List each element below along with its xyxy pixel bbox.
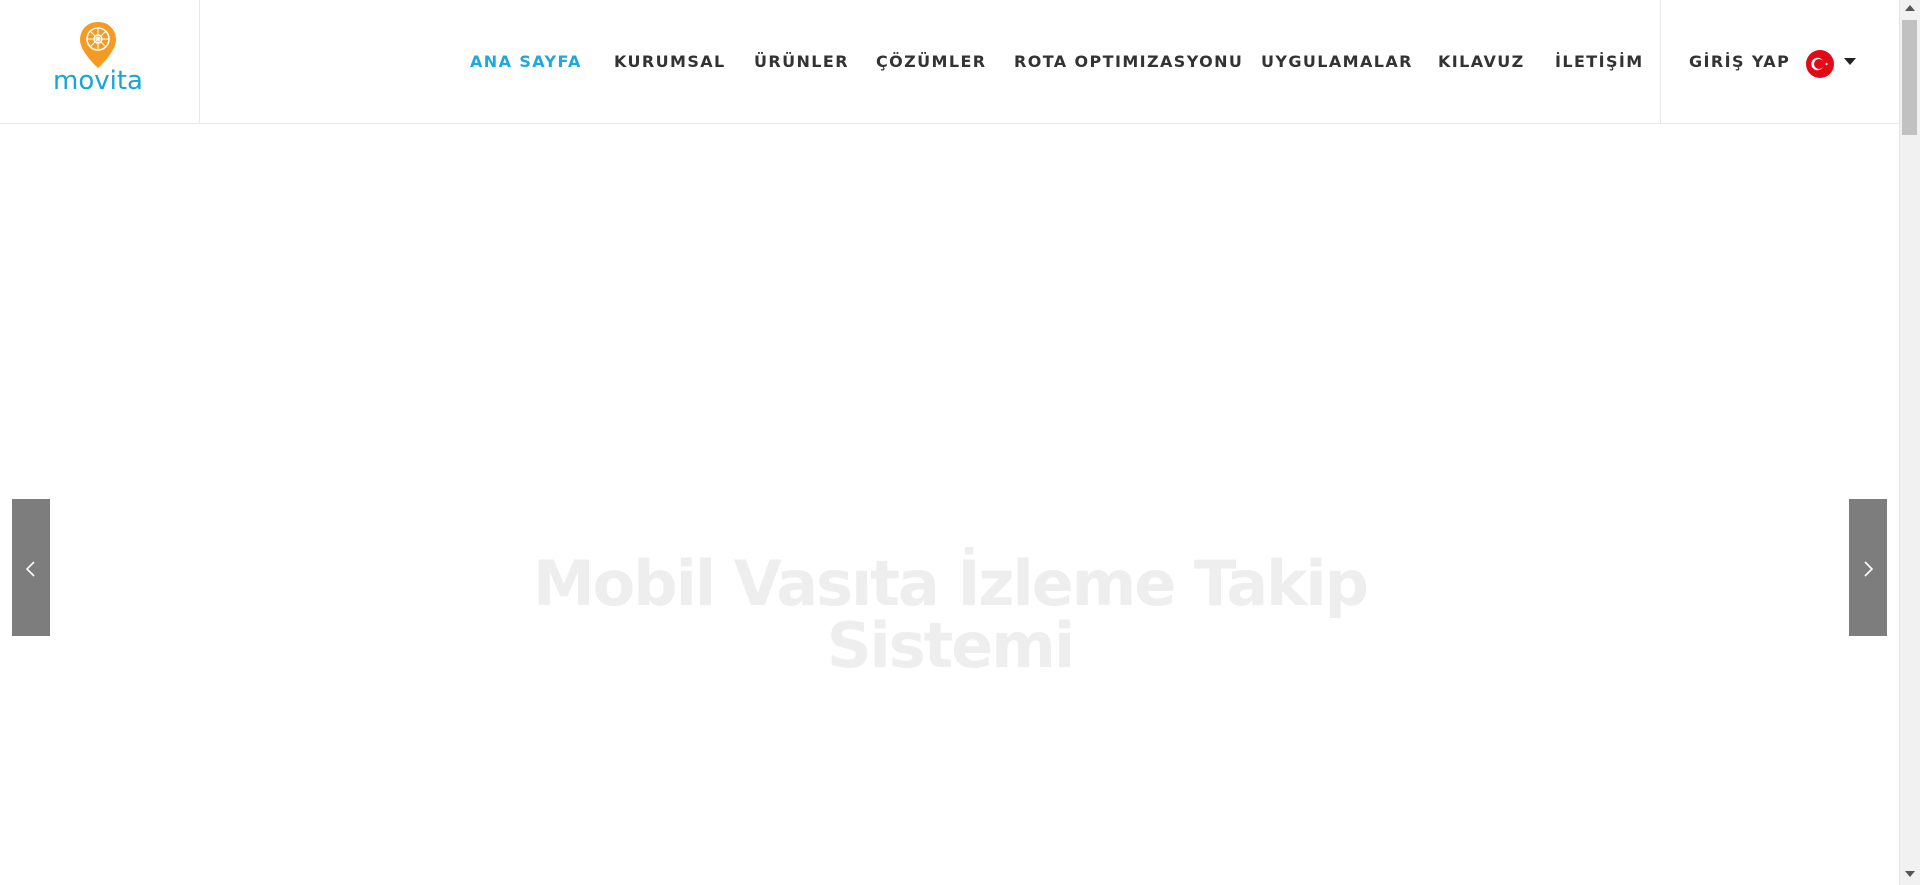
- nav-item-ana-sayfa[interactable]: ANA SAYFA: [470, 52, 582, 72]
- hero-title-line-2: Sistemi: [826, 609, 1075, 682]
- nav-item-kilavuz[interactable]: KILAVUZ: [1438, 52, 1525, 72]
- chevron-left-icon: [25, 561, 35, 577]
- login-divider: [1660, 0, 1661, 124]
- location-pin-icon: [80, 22, 116, 68]
- scroll-down-arrow-icon[interactable]: [1905, 871, 1915, 877]
- nav-item-rota-optimizasyonu[interactable]: ROTA OPTIMIZASYONU: [1014, 52, 1243, 72]
- logo-link[interactable]: movita: [0, 0, 200, 124]
- nav-item-iletisim[interactable]: İLETİŞİM: [1555, 52, 1644, 72]
- brand-name: movita: [53, 66, 143, 96]
- hero-title-line-1: Mobil Vasıta İzleme Takip: [532, 547, 1369, 620]
- hero-title: Mobil Vasıta İzleme Takip Sistemi: [450, 553, 1450, 677]
- hero-slider: Mobil Vasıta İzleme Takip Sistemi: [0, 125, 1899, 885]
- site-header: movita ANA SAYFA KURUMSAL ÜRÜNLER ÇÖZÜML…: [0, 0, 1899, 124]
- nav-item-uygulamalar[interactable]: UYGULAMALAR: [1261, 52, 1413, 72]
- turkey-flag-icon[interactable]: [1806, 50, 1834, 78]
- scroll-up-arrow-icon[interactable]: [1905, 5, 1915, 11]
- page: movita ANA SAYFA KURUMSAL ÜRÜNLER ÇÖZÜML…: [0, 0, 1920, 885]
- nav-item-urunler[interactable]: ÜRÜNLER: [754, 52, 849, 72]
- language-dropdown-caret-icon[interactable]: [1844, 58, 1856, 65]
- scroll-thumb[interactable]: [1902, 20, 1917, 135]
- slider-next-button[interactable]: [1849, 499, 1887, 636]
- page-scrollbar[interactable]: [1899, 0, 1920, 885]
- chevron-right-icon: [1864, 561, 1874, 577]
- nav-item-kurumsal[interactable]: KURUMSAL: [614, 52, 726, 72]
- nav-item-cozumler[interactable]: ÇÖZÜMLER: [876, 52, 987, 72]
- login-button[interactable]: GİRİŞ YAP: [1689, 52, 1790, 72]
- slider-prev-button[interactable]: [12, 499, 50, 636]
